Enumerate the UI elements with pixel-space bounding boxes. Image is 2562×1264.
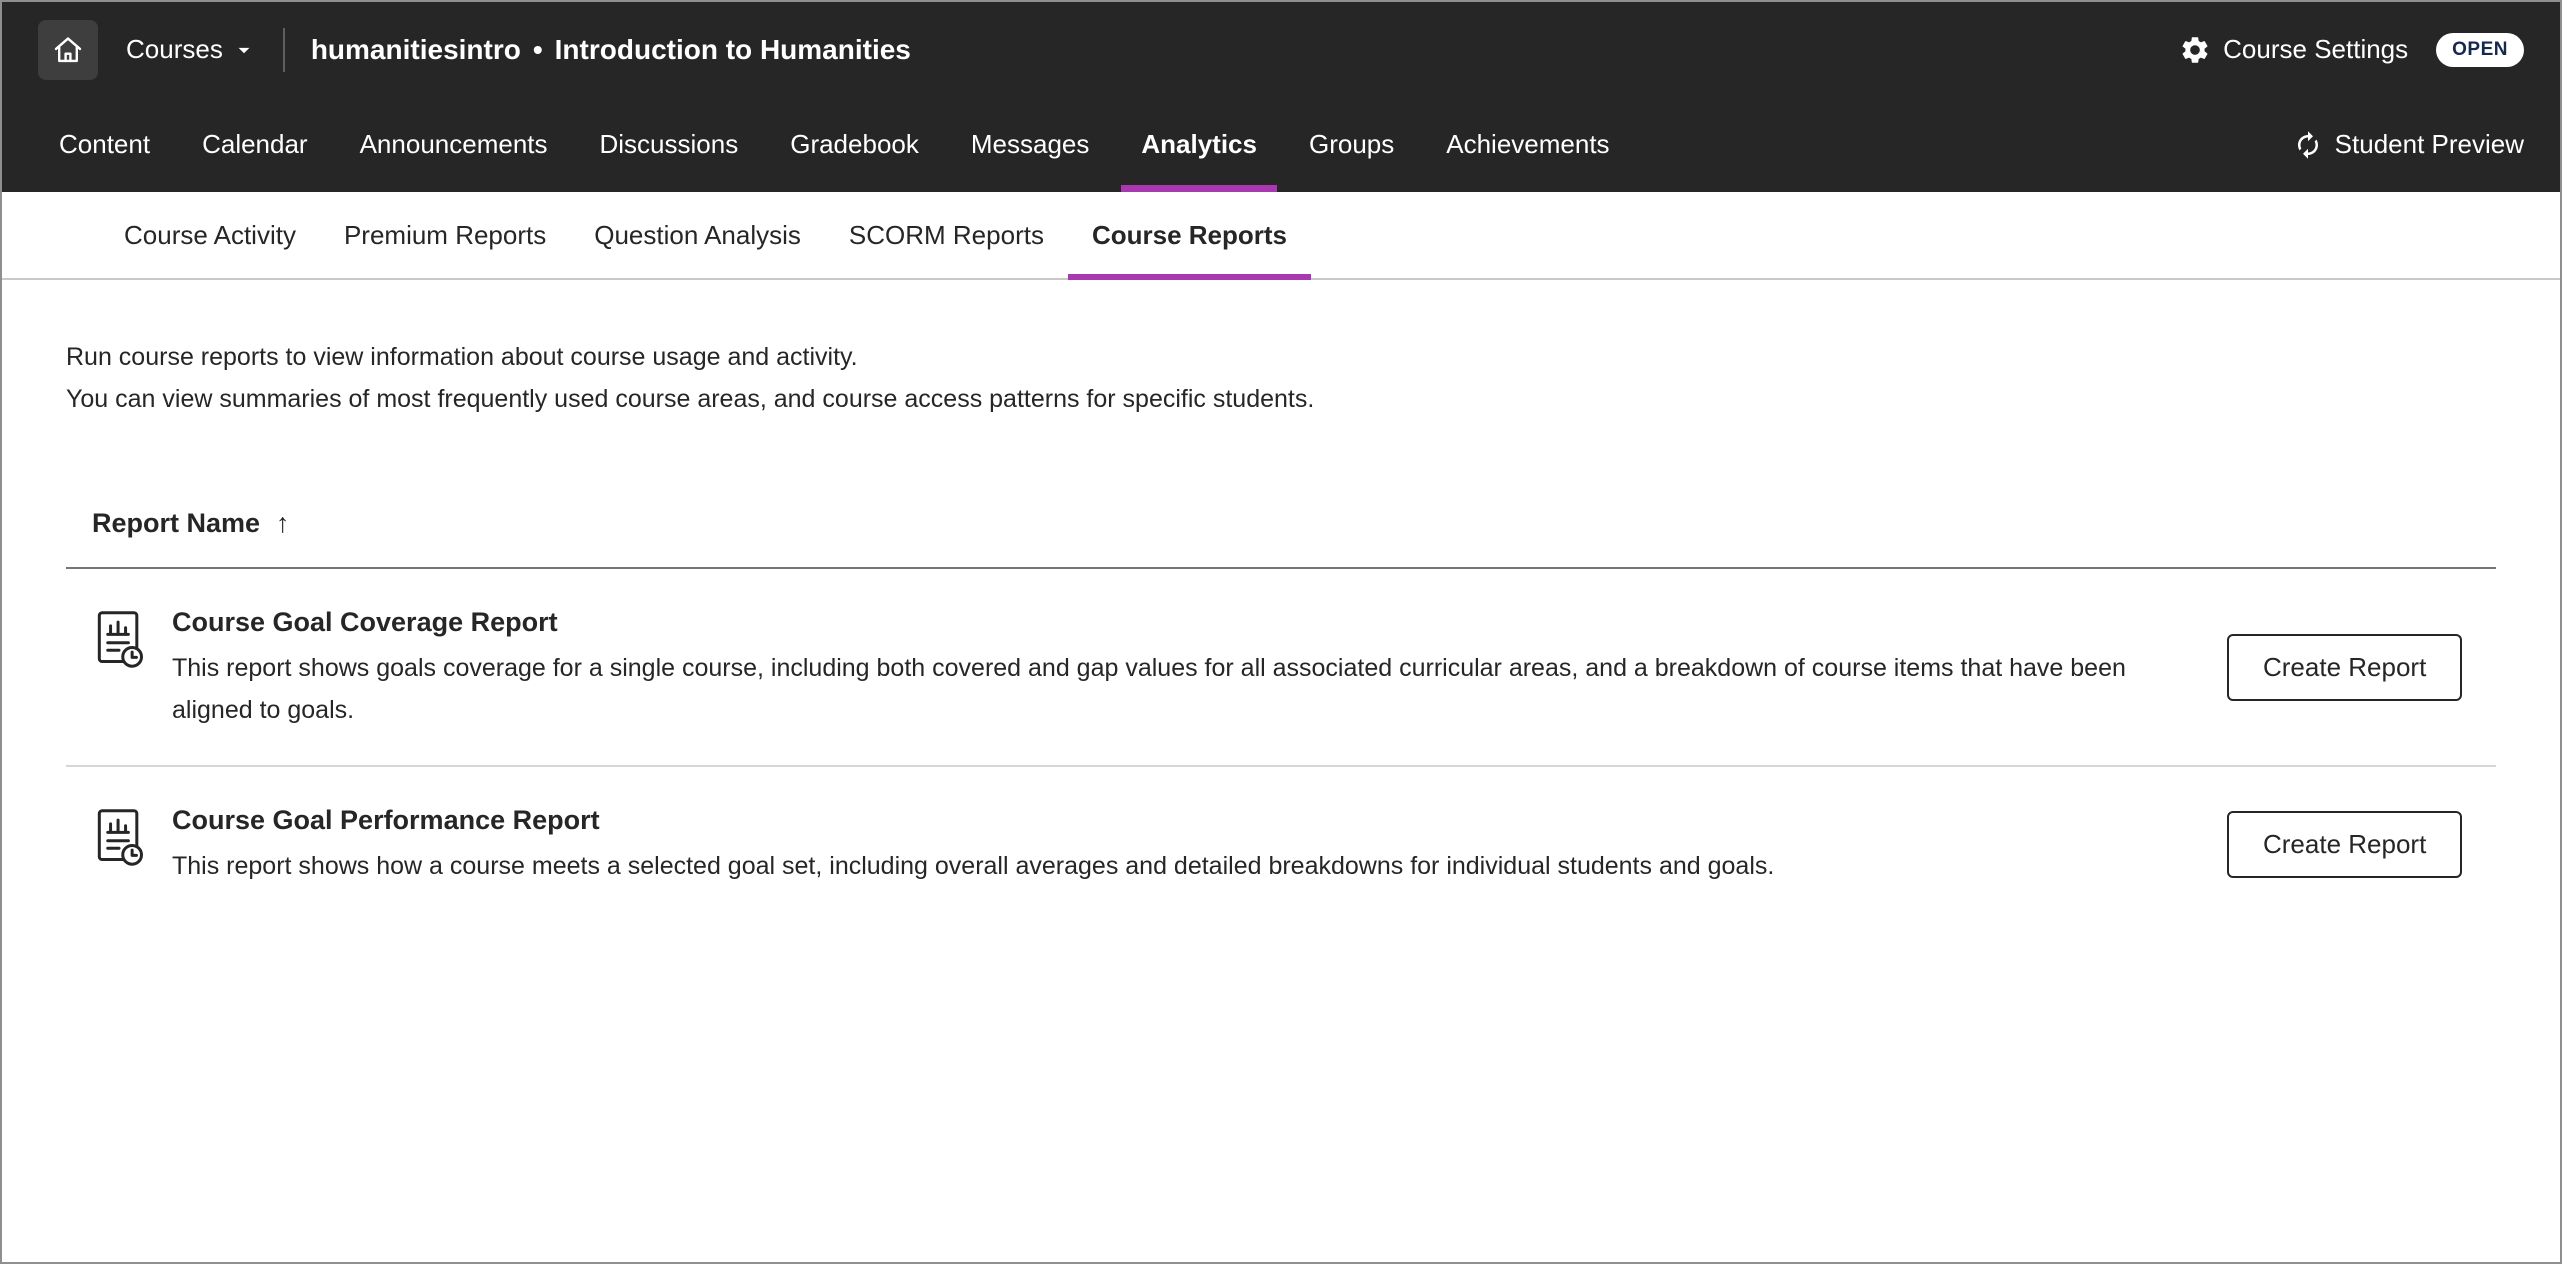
tab-announcements[interactable]: Announcements (334, 97, 574, 192)
subtab-course-reports[interactable]: Course Reports (1068, 192, 1311, 278)
course-id: humanitiesintro (311, 34, 521, 66)
create-report-button[interactable]: Create Report (2227, 811, 2462, 878)
report-title: Course Goal Coverage Report (172, 603, 2167, 641)
student-preview-icon (2293, 130, 2323, 160)
tab-groups[interactable]: Groups (1283, 97, 1420, 192)
open-status-badge[interactable]: OPEN (2436, 33, 2524, 67)
intro-line-1: Run course reports to view information a… (66, 343, 858, 371)
report-title: Course Goal Performance Report (172, 801, 2167, 839)
report-text: Course Goal Performance Report This repo… (172, 801, 2167, 887)
course-settings-button[interactable]: Course Settings (2179, 34, 2408, 66)
tab-analytics[interactable]: Analytics (1115, 97, 1283, 192)
report-row: Course Goal Performance Report This repo… (66, 767, 2496, 921)
subtab-course-activity[interactable]: Course Activity (100, 192, 320, 278)
report-description: This report shows goals coverage for a s… (172, 647, 2167, 731)
gear-icon (2179, 34, 2211, 66)
home-icon (52, 34, 84, 66)
report-row: Course Goal Coverage Report This report … (66, 569, 2496, 767)
tab-content[interactable]: Content (33, 97, 176, 192)
topbar: Courses humanitiesintro • Introduction t… (2, 2, 2560, 97)
main-content: Run course reports to view information a… (2, 280, 2560, 1262)
navbar-spacer (1636, 97, 2293, 192)
report-text: Course Goal Coverage Report This report … (172, 603, 2167, 731)
analytics-subtabs: Course Activity Premium Reports Question… (2, 192, 2560, 280)
topbar-divider (283, 28, 285, 72)
subtab-premium-reports[interactable]: Premium Reports (320, 192, 570, 278)
course-tabs: Content Calendar Announcements Discussio… (2, 97, 2560, 192)
report-description: This report shows how a course meets a s… (172, 845, 2167, 887)
courses-menu-button[interactable]: Courses (126, 34, 257, 65)
tab-achievements[interactable]: Achievements (1420, 97, 1635, 192)
intro-text: Run course reports to view information a… (66, 336, 2496, 420)
course-name: Introduction to Humanities (555, 34, 911, 66)
chevron-down-icon (231, 37, 257, 63)
home-button[interactable] (38, 20, 98, 80)
tab-messages[interactable]: Messages (945, 97, 1116, 192)
course-title: humanitiesintro • Introduction to Humani… (311, 34, 911, 66)
student-preview-button[interactable]: Student Preview (2293, 97, 2524, 192)
intro-line-2: You can view summaries of most frequentl… (66, 385, 1314, 413)
title-separator: • (533, 34, 543, 66)
tab-discussions[interactable]: Discussions (574, 97, 765, 192)
report-document-icon (92, 609, 146, 674)
report-name-sort-header[interactable]: Report Name ↑ (66, 508, 290, 539)
subtab-question-analysis[interactable]: Question Analysis (570, 192, 825, 278)
course-settings-label: Course Settings (2223, 34, 2408, 65)
report-name-label: Report Name (92, 508, 260, 539)
report-document-icon (92, 807, 146, 872)
courses-label: Courses (126, 34, 223, 65)
tab-gradebook[interactable]: Gradebook (764, 97, 945, 192)
subtab-scorm-reports[interactable]: SCORM Reports (825, 192, 1068, 278)
student-preview-label: Student Preview (2335, 129, 2524, 160)
sort-ascending-icon: ↑ (276, 508, 290, 539)
tab-calendar[interactable]: Calendar (176, 97, 334, 192)
app-window: Courses humanitiesintro • Introduction t… (0, 0, 2562, 1264)
create-report-button[interactable]: Create Report (2227, 634, 2462, 701)
